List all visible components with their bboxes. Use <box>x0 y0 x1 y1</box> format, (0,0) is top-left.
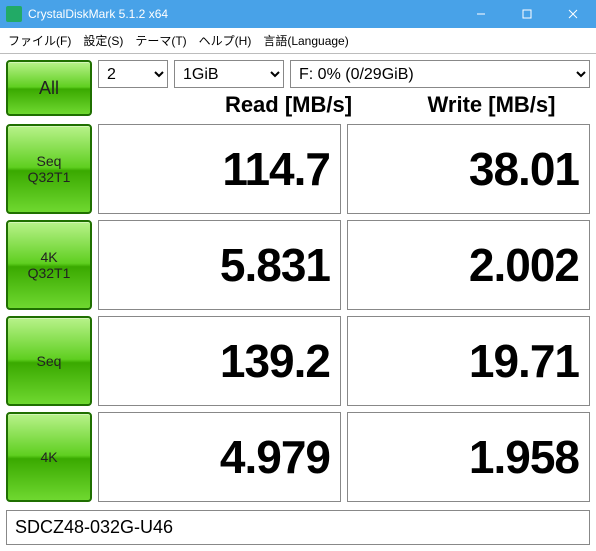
drive-select[interactable]: F: 0% (0/29GiB) <box>290 60 590 88</box>
menu-file[interactable]: ファイル(F) <box>4 30 75 51</box>
main-content: All 2 1GiB F: 0% (0/29GiB) Read [MB/s] W… <box>0 54 596 551</box>
seq-button[interactable]: Seq <box>6 316 92 406</box>
4k-q32t1-write: 2.002 <box>347 220 590 310</box>
size-select[interactable]: 1GiB <box>174 60 284 88</box>
seq-q32t1-button[interactable]: Seq Q32T1 <box>6 124 92 214</box>
minimize-button[interactable] <box>458 0 504 28</box>
maximize-button[interactable] <box>504 0 550 28</box>
menu-setup[interactable]: 設定(S) <box>79 30 127 51</box>
app-icon <box>6 6 22 22</box>
write-header: Write [MB/s] <box>393 92 590 118</box>
4k-button[interactable]: 4K <box>6 412 92 502</box>
seq-read: 139.2 <box>98 316 341 406</box>
seq-write: 19.71 <box>347 316 590 406</box>
4k-q32t1-button[interactable]: 4K Q32T1 <box>6 220 92 310</box>
menu-lang[interactable]: 言語(Language) <box>259 30 352 51</box>
menu-help[interactable]: ヘルプ(H) <box>195 30 256 51</box>
window-title: CrystalDiskMark 5.1.2 x64 <box>28 7 458 21</box>
runs-select[interactable]: 2 <box>98 60 168 88</box>
4k-q32t1-read: 5.831 <box>98 220 341 310</box>
seq-q32t1-write: 38.01 <box>347 124 590 214</box>
menu-bar: ファイル(F) 設定(S) テーマ(T) ヘルプ(H) 言語(Language) <box>0 28 596 54</box>
read-header: Read [MB/s] <box>190 92 387 118</box>
title-bar: CrystalDiskMark 5.1.2 x64 <box>0 0 596 28</box>
4k-read: 4.979 <box>98 412 341 502</box>
menu-theme[interactable]: テーマ(T) <box>131 30 190 51</box>
all-button[interactable]: All <box>6 60 92 116</box>
close-button[interactable] <box>550 0 596 28</box>
seq-q32t1-read: 114.7 <box>98 124 341 214</box>
4k-write: 1.958 <box>347 412 590 502</box>
